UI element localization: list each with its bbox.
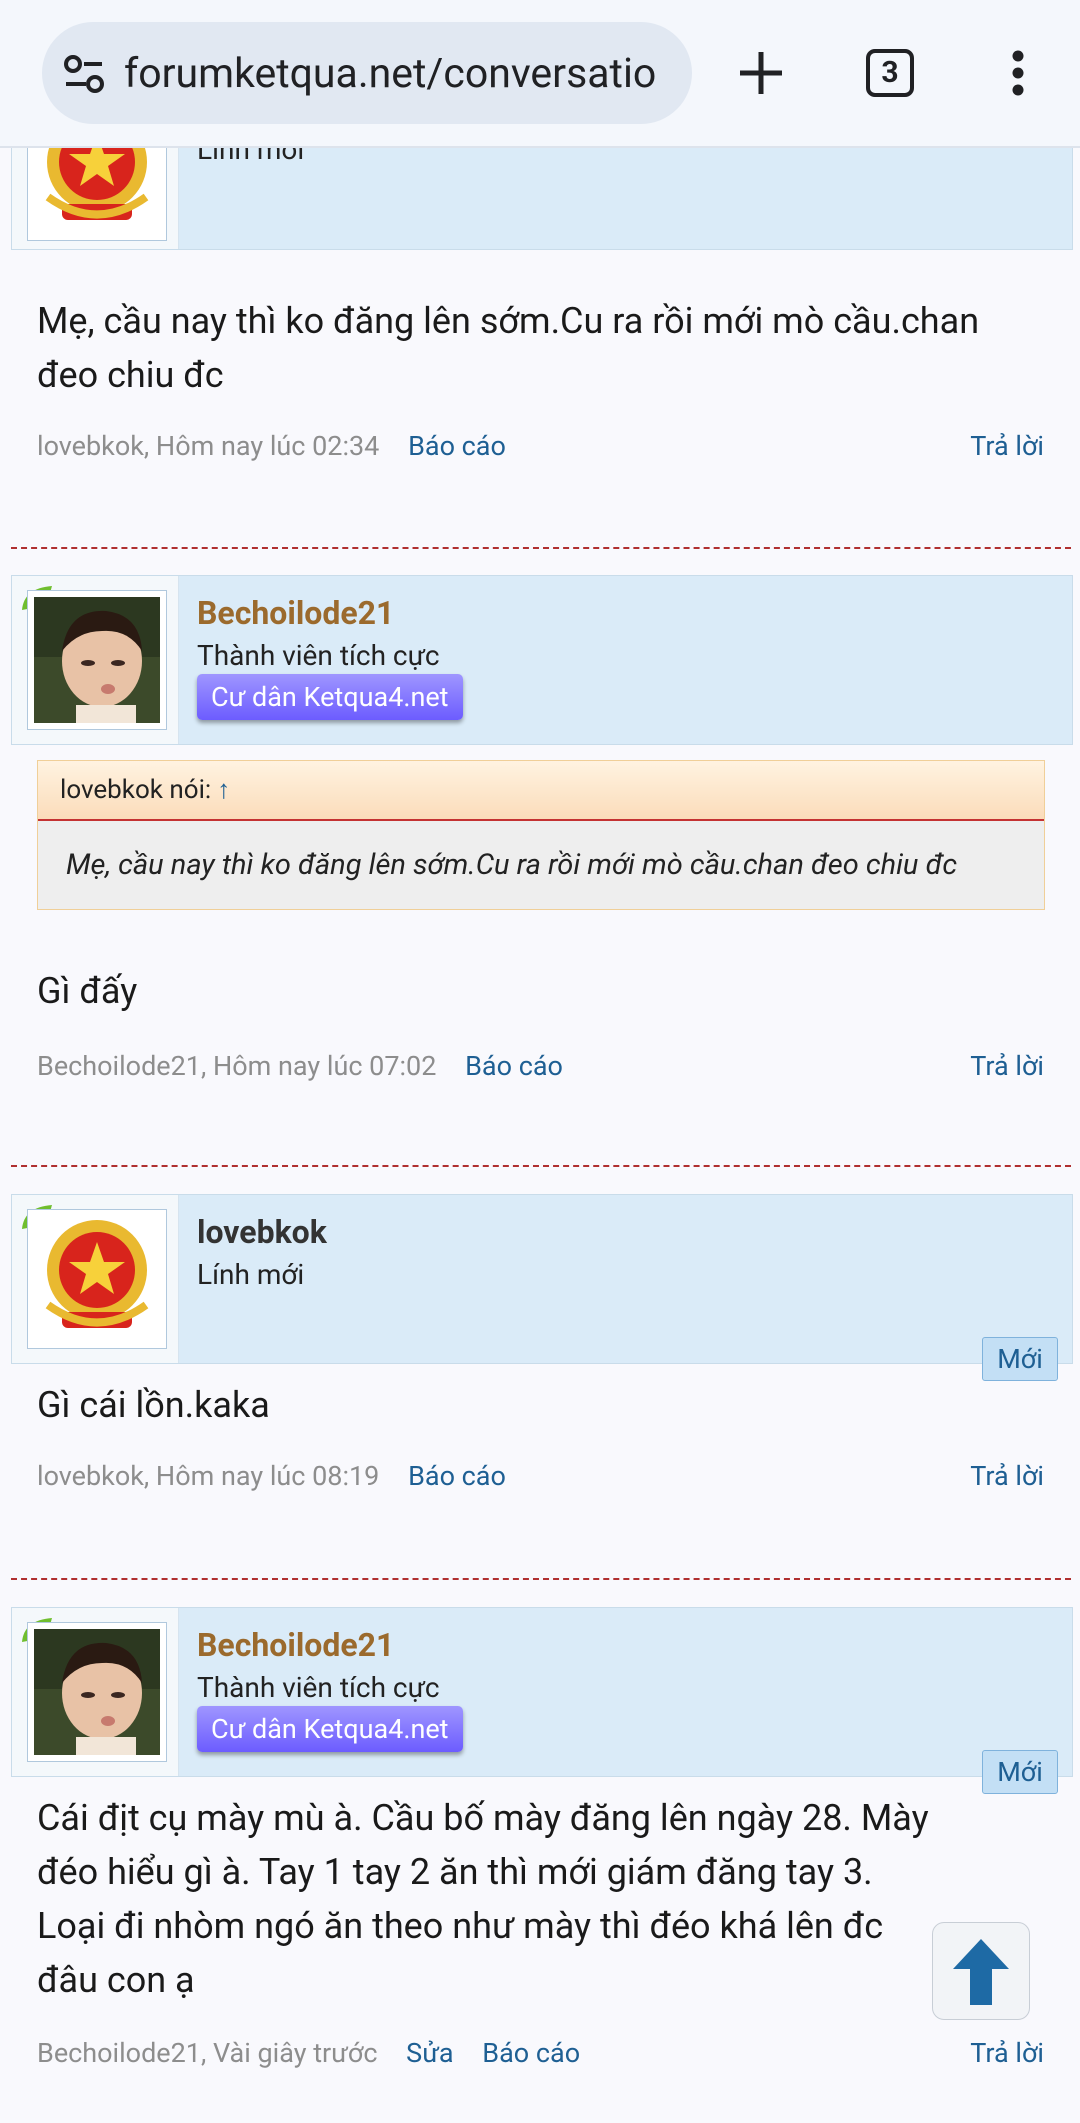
post-userbar: Bechoilode21 Thành viên tích cực Cư dân …: [11, 575, 1073, 745]
report-link[interactable]: Báo cáo: [465, 1050, 563, 1082]
username[interactable]: Bechoilode21: [197, 1626, 394, 1664]
new-tab-button[interactable]: [726, 38, 796, 108]
post-message: Gì cái lồn.kaka: [37, 1384, 270, 1426]
browser-menu-button[interactable]: [983, 38, 1053, 108]
quote-jump-arrow-icon[interactable]: ↑: [217, 775, 230, 805]
post-meta: lovebkok, Hôm nay lúc 08:19 Báo cáo: [37, 1460, 506, 1492]
user-title: Lính mới: [197, 1258, 305, 1291]
back-to-top-button[interactable]: [932, 1922, 1030, 2020]
new-post-tag: Mới: [982, 1750, 1058, 1794]
post-divider: [11, 547, 1071, 549]
tab-switcher-button[interactable]: 3: [855, 38, 925, 108]
user-title: Thành viên tích cực: [197, 639, 440, 672]
avatar[interactable]: [27, 590, 167, 730]
username[interactable]: lovebkok: [197, 1213, 327, 1251]
url-text[interactable]: forumketqua.net/conversatio: [124, 44, 684, 104]
reply-link[interactable]: Trả lời: [970, 1460, 1044, 1492]
post-message: Mẹ, cầu nay thì ko đăng lên sớm.Cu ra rồ…: [37, 300, 980, 396]
post-divider: [11, 1165, 1071, 1167]
plus-icon: [740, 52, 782, 94]
post-author-time[interactable]: Bechoilode21, Hôm nay lúc 07:02: [37, 1050, 436, 1082]
arrow-up-icon: [953, 1939, 1009, 2005]
quote-text: Mẹ, cầu nay thì ko đăng lên sớm.Cu ra rồ…: [66, 848, 958, 882]
user-badge: Cư dân Ketqua4.net: [197, 674, 463, 720]
vietnam-emblem-icon: [45, 1220, 149, 1328]
avatar[interactable]: [27, 1209, 167, 1349]
user-title: Thành viên tích cực: [197, 1671, 440, 1704]
address-bar[interactable]: forumketqua.net/conversatio: [42, 22, 692, 124]
post-meta: Bechoilode21, Vài giây trước Sửa Báo cáo: [37, 2037, 580, 2069]
post-author-time[interactable]: lovebkok, Hôm nay lúc 08:19: [37, 1460, 379, 1492]
avatar[interactable]: [27, 1622, 167, 1762]
child-photo-avatar-icon: [34, 597, 160, 723]
new-post-tag: Mới: [982, 1337, 1058, 1381]
post-divider: [11, 1578, 1071, 1580]
site-settings-icon[interactable]: [62, 52, 106, 96]
edit-link[interactable]: Sửa: [406, 2037, 453, 2069]
reply-link[interactable]: Trả lời: [970, 430, 1044, 462]
quote-author: lovebkok nói:: [60, 775, 212, 805]
report-link[interactable]: Báo cáo: [482, 2037, 580, 2069]
username[interactable]: Bechoilode21: [197, 594, 394, 632]
more-vert-icon: [1012, 50, 1024, 96]
post-userbar: lovebkok Lính mới Mới: [11, 1194, 1073, 1381]
post-meta: lovebkok, Hôm nay lúc 02:34 Báo cáo: [37, 430, 506, 462]
report-link[interactable]: Báo cáo: [408, 430, 506, 462]
post-message: Cái địt cụ mày mù à. Cầu bố mày đăng lên…: [37, 1797, 929, 2001]
browser-toolbar: forumketqua.net/conversatio 3: [0, 0, 1080, 148]
post-message: Gì đấy: [37, 970, 138, 1012]
report-link[interactable]: Báo cáo: [408, 1460, 506, 1492]
user-badge: Cư dân Ketqua4.net: [197, 1706, 463, 1752]
tab-count: 3: [866, 49, 914, 97]
reply-link[interactable]: Trả lời: [970, 1050, 1044, 1082]
post-userbar: Bechoilode21 Thành viên tích cực Cư dân …: [11, 1607, 1073, 1794]
quote-header: lovebkok nói: ↑: [38, 761, 1044, 821]
post-author-time[interactable]: lovebkok, Hôm nay lúc 02:34: [37, 430, 379, 462]
quote-block: lovebkok nói: ↑ Mẹ, cầu nay thì ko đăng l…: [37, 760, 1045, 910]
child-photo-avatar-icon: [34, 1629, 160, 1755]
reply-link[interactable]: Trả lời: [970, 2037, 1044, 2069]
post-meta: Bechoilode21, Hôm nay lúc 07:02 Báo cáo: [37, 1050, 563, 1082]
post-author-time[interactable]: Bechoilode21, Vài giây trước: [37, 2037, 377, 2069]
